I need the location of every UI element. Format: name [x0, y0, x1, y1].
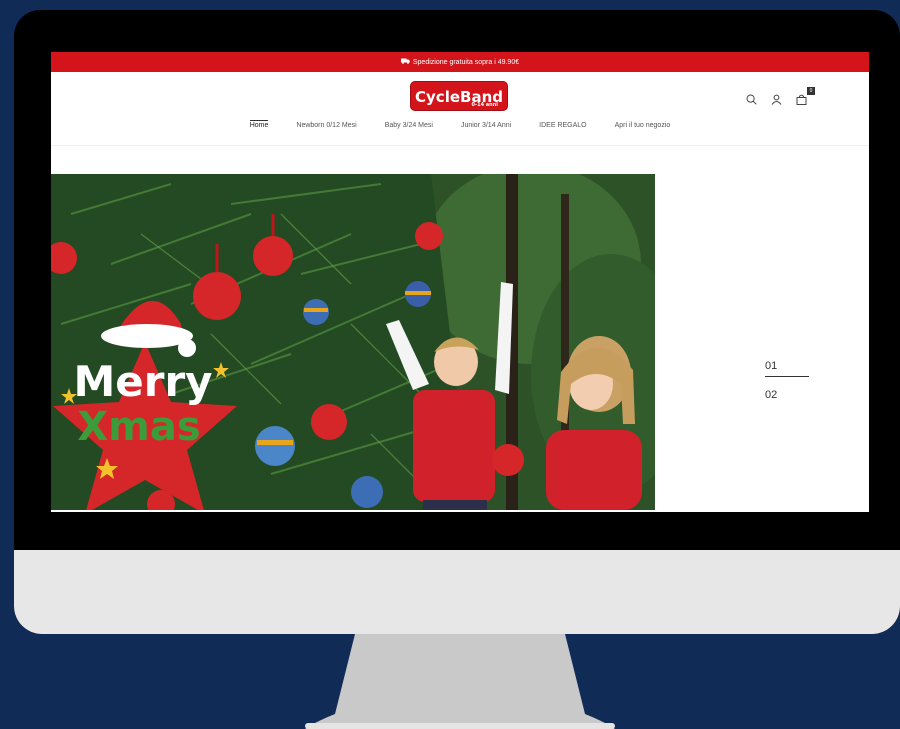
monitor-chin — [14, 550, 900, 634]
search-icon[interactable] — [746, 94, 757, 105]
header-icons: 0 — [746, 87, 815, 105]
slide-indicators: 01 02 — [765, 360, 809, 401]
hero-badge-xmas: Xmas — [77, 404, 200, 450]
brand-logo[interactable]: CycleBand 0-14 anni — [410, 81, 508, 111]
nav-item-gift-ideas[interactable]: IDEE REGALO — [539, 122, 586, 131]
hero-badge-merry: Merry — [73, 357, 212, 406]
user-icon[interactable] — [771, 94, 782, 105]
announcement-text: Spedizione gratuita sopra i 49.90€ — [412, 58, 520, 66]
announcement-bar: Spedizione gratuita sopra i 49.90€ — [51, 52, 869, 72]
slide-indicator-1[interactable]: 01 — [765, 360, 809, 377]
main-nav: Home Newborn 0/12 Mesi Baby 3/24 Mesi Ju… — [51, 120, 869, 131]
nav-item-junior[interactable]: Junior 3/14 Anni — [461, 122, 511, 131]
truck-icon — [400, 58, 410, 66]
slide-indicator-2[interactable]: 02 — [765, 389, 809, 401]
cart-button[interactable]: 0 — [796, 87, 815, 105]
cart-count-badge: 0 — [807, 87, 815, 95]
monitor-frame: Spedizione gratuita sopra i 49.90€ Cycle… — [14, 10, 900, 634]
nav-item-newborn[interactable]: Newborn 0/12 Mesi — [296, 122, 356, 131]
brand-tagline: 0-14 anni — [471, 102, 498, 108]
nav-item-home[interactable]: Home — [249, 120, 269, 131]
monitor-stand — [305, 634, 615, 729]
hero-image: Merry Xmas — [51, 174, 655, 510]
nav-item-open-store[interactable]: Apri il tuo negozio — [615, 122, 671, 131]
hero-banner[interactable]: Merry Xmas — [51, 174, 655, 510]
site-header: CycleBand 0-14 anni 0 Home Newborn 0/12 … — [51, 72, 869, 146]
cart-icon — [796, 94, 807, 105]
nav-item-baby[interactable]: Baby 3/24 Mesi — [385, 122, 433, 131]
browser-screen: Spedizione gratuita sopra i 49.90€ Cycle… — [51, 52, 869, 512]
